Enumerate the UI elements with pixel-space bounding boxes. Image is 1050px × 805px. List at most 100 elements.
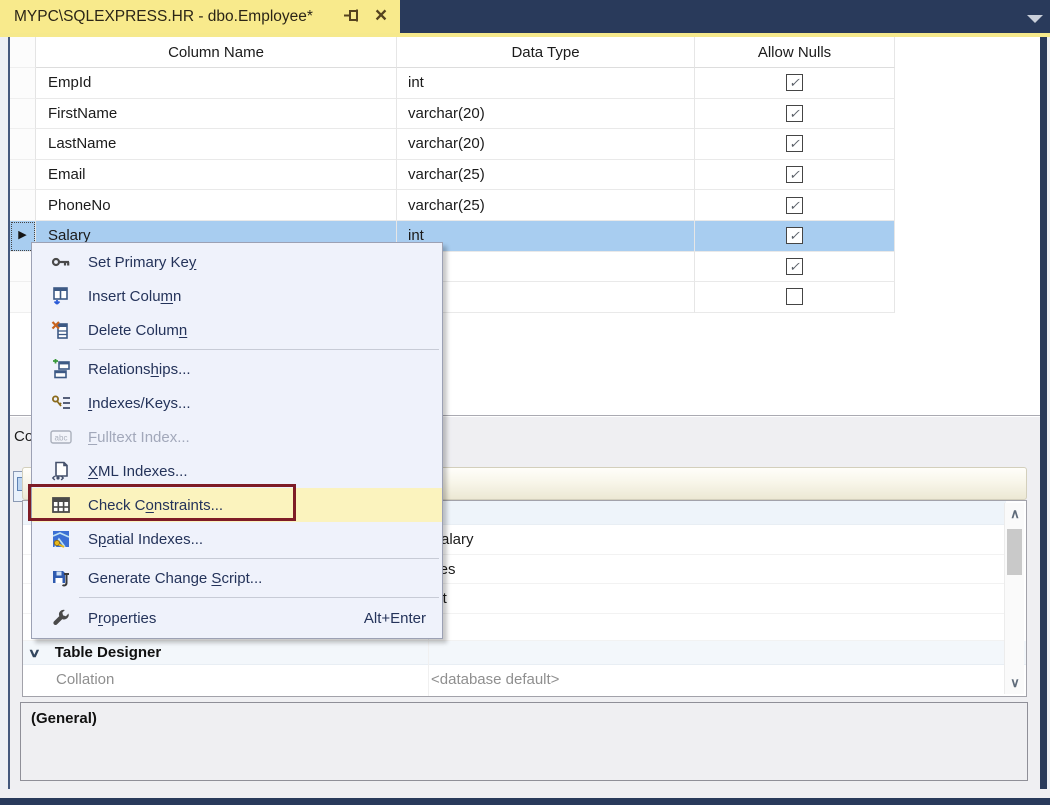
menu-item-label: Insert Column xyxy=(88,288,181,305)
frame-right-border xyxy=(1040,37,1047,797)
grid-header-row: Column Name Data Type Allow Nulls xyxy=(10,37,895,68)
property-row-collation[interactable]: Collation <database default> xyxy=(23,665,1006,693)
menu-item-delete-column[interactable]: Delete Column xyxy=(32,313,442,347)
scroll-down-icon[interactable]: ∨ xyxy=(1005,674,1025,692)
allow-nulls-cell: ✓ xyxy=(695,252,895,283)
allow-nulls-cell: ✓ xyxy=(695,129,895,160)
data-type-cell[interactable]: varchar(25) xyxy=(397,160,695,191)
category-label: Table Designer xyxy=(55,644,161,661)
fulltext-index-icon: abc xyxy=(44,428,78,446)
menu-item-fulltext-index[interactable]: abc Fulltext Index... xyxy=(32,420,442,454)
properties-scrollbar[interactable]: ∧ ∨ xyxy=(1004,503,1024,694)
data-type-cell[interactable]: varchar(25) xyxy=(397,190,695,221)
allow-nulls-checkbox[interactable]: ✓ xyxy=(786,166,803,183)
context-menu: Set Primary Key Insert Column xyxy=(31,242,443,639)
menu-item-label: XML Indexes... xyxy=(88,463,188,480)
row-gutter[interactable] xyxy=(10,160,36,191)
table-row[interactable]: FirstName varchar(20) ✓ xyxy=(10,99,895,130)
menu-item-insert-column[interactable]: Insert Column xyxy=(32,279,442,313)
indexes-keys-icon xyxy=(44,393,78,413)
header-data-type[interactable]: Data Type xyxy=(397,37,695,68)
property-description-title: (General) xyxy=(31,710,1027,727)
check-icon: ✓ xyxy=(789,260,800,273)
column-name-cell[interactable]: PhoneNo xyxy=(36,190,397,221)
allow-nulls-checkbox[interactable]: ✓ xyxy=(786,74,803,91)
chevron-down-icon[interactable] xyxy=(1027,15,1043,23)
data-type-cell[interactable]: varchar(20) xyxy=(397,99,695,130)
menu-separator xyxy=(79,558,439,559)
row-gutter[interactable] xyxy=(10,129,36,160)
menu-item-shortcut: Alt+Enter xyxy=(364,610,426,627)
menu-item-label: Check Constraints... xyxy=(88,497,223,514)
header-column-name[interactable]: Column Name xyxy=(36,37,397,68)
column-name-cell[interactable]: EmpId xyxy=(36,68,397,99)
spatial-indexes-icon xyxy=(44,529,78,549)
svg-text:abc: abc xyxy=(55,434,68,443)
row-gutter[interactable] xyxy=(10,68,36,99)
menu-separator xyxy=(79,349,439,350)
table-row[interactable]: PhoneNo varchar(25) ✓ xyxy=(10,190,895,221)
menu-item-label: Indexes/Keys... xyxy=(88,395,191,412)
data-type-cell[interactable]: varchar(20) xyxy=(397,129,695,160)
close-icon[interactable]: × xyxy=(369,3,393,29)
allow-nulls-cell xyxy=(695,282,895,313)
table-row[interactable]: Email varchar(25) ✓ xyxy=(10,160,895,191)
check-constraints-icon xyxy=(44,495,78,515)
header-allow-nulls[interactable]: Allow Nulls xyxy=(695,37,895,68)
wrench-icon xyxy=(44,608,78,628)
allow-nulls-checkbox[interactable]: ✓ xyxy=(786,197,803,214)
frame-left-pad xyxy=(0,37,8,797)
check-icon: ✓ xyxy=(789,199,800,212)
allow-nulls-checkbox[interactable]: ✓ xyxy=(786,258,803,275)
check-icon: ✓ xyxy=(789,168,800,181)
menu-item-indexes-keys[interactable]: Indexes/Keys... xyxy=(32,386,442,420)
check-icon: ✓ xyxy=(789,137,800,150)
allow-nulls-checkbox[interactable] xyxy=(786,288,803,305)
row-gutter[interactable] xyxy=(10,99,36,130)
menu-item-set-primary-key[interactable]: Set Primary Key xyxy=(32,245,442,279)
table-row[interactable]: EmpId int ✓ xyxy=(10,68,895,99)
frame-bottom-border xyxy=(0,798,1050,805)
column-name-cell[interactable]: LastName xyxy=(36,129,397,160)
menu-item-label: Delete Column xyxy=(88,322,187,339)
allow-nulls-cell: ✓ xyxy=(695,221,895,252)
xml-indexes-icon xyxy=(44,461,78,481)
title-bar: MYPC\SQLEXPRESS.HR - dbo.Employee* × xyxy=(0,0,1050,33)
menu-item-spatial-indexes[interactable]: Spatial Indexes... xyxy=(32,522,442,556)
allow-nulls-checkbox[interactable]: ✓ xyxy=(786,105,803,122)
data-type-cell[interactable]: int xyxy=(397,68,695,99)
menu-item-properties[interactable]: Properties Alt+Enter xyxy=(32,600,442,636)
chevron-down-icon[interactable]: ∨ xyxy=(28,646,41,660)
allow-nulls-cell: ✓ xyxy=(695,68,895,99)
header-gutter-cell xyxy=(10,37,36,68)
menu-item-generate-change-script[interactable]: Generate Change Script... xyxy=(32,561,442,595)
generate-change-script-icon xyxy=(44,568,78,588)
check-icon: ✓ xyxy=(789,76,800,89)
menu-item-relationships[interactable]: Relationships... xyxy=(32,352,442,386)
property-category-table-designer[interactable]: ∨ Table Designer xyxy=(23,641,1026,665)
property-value[interactable]: <database default> xyxy=(431,671,559,688)
column-name-cell[interactable]: Email xyxy=(36,160,397,191)
menu-item-label: Generate Change Script... xyxy=(88,570,262,587)
menu-item-label: Relationships... xyxy=(88,361,191,378)
table-row[interactable]: LastName varchar(20) ✓ xyxy=(10,129,895,160)
pin-icon[interactable] xyxy=(341,6,363,27)
primary-key-icon xyxy=(44,252,78,272)
document-tab[interactable]: MYPC\SQLEXPRESS.HR - dbo.Employee* xyxy=(0,0,400,33)
allow-nulls-checkbox[interactable]: ✓ xyxy=(786,227,803,244)
check-icon: ✓ xyxy=(789,107,800,120)
column-name-cell[interactable]: FirstName xyxy=(36,99,397,130)
property-label: Collation xyxy=(56,671,114,688)
check-icon: ✓ xyxy=(789,229,800,242)
menu-item-xml-indexes[interactable]: XML Indexes... xyxy=(32,454,442,488)
menu-item-check-constraints[interactable]: Check Constraints... xyxy=(32,488,442,522)
scroll-up-icon[interactable]: ∧ xyxy=(1005,505,1025,523)
allow-nulls-checkbox[interactable]: ✓ xyxy=(786,135,803,152)
insert-column-icon xyxy=(44,286,78,306)
row-gutter[interactable] xyxy=(10,190,36,221)
scrollbar-thumb[interactable] xyxy=(1007,529,1022,575)
document-tab-title: MYPC\SQLEXPRESS.HR - dbo.Employee* xyxy=(14,8,313,26)
menu-item-label: Spatial Indexes... xyxy=(88,531,203,548)
menu-item-label: Properties xyxy=(88,610,156,627)
menu-item-label: Set Primary Key xyxy=(88,254,196,271)
